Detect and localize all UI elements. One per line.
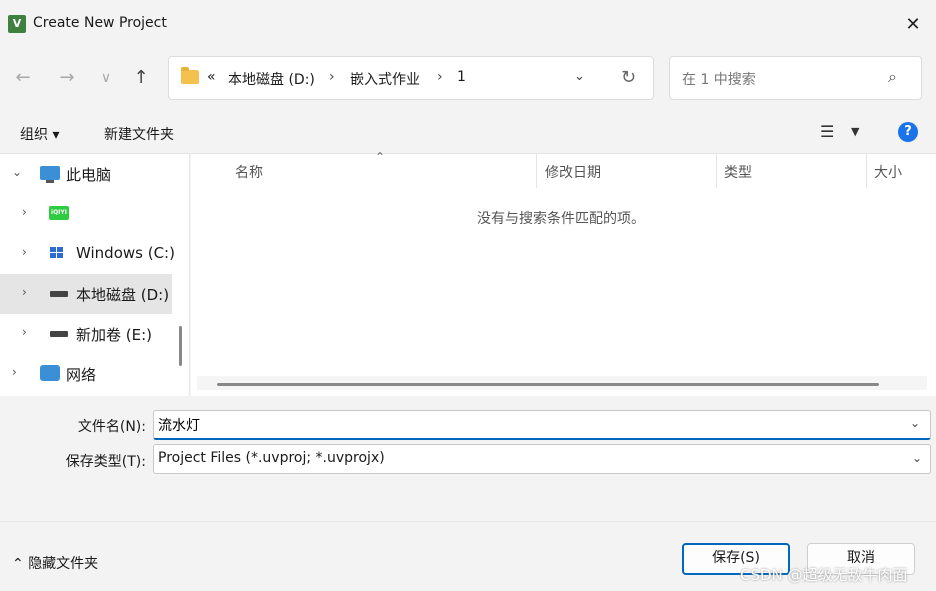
empty-message: 没有与搜索条件匹配的项。 [477,211,645,227]
sidebar-item-network[interactable]: › 网络 [0,354,172,394]
breadcrumb-drive[interactable]: 本地磁盘 (D:) [228,69,315,89]
drive-icon [50,331,68,337]
caret-down-icon[interactable]: ▼ [851,125,859,138]
column-header-name[interactable]: 名称 [235,162,263,182]
sidebar-item-label: 网络 [66,366,97,384]
save-form: 文件名(N): ⌄ 保存类型(T): Project Files (*.uvpr… [0,396,936,521]
refresh-icon[interactable]: ↻ [621,67,636,88]
column-divider[interactable] [866,154,867,188]
view-options-icon[interactable]: ☰ [820,122,834,141]
sidebar-scrollbar[interactable] [179,326,182,366]
navigation-pane[interactable]: ⌄ 此电脑 › iQIYI › Windows (C:) › 本地磁盘 (D:)… [0,154,190,396]
folder-icon [181,67,199,84]
breadcrumb-folder[interactable]: 嵌入式作业 [350,69,420,89]
sort-ascending-icon: ⌃ [375,150,386,164]
filename-label: 文件名(N): [77,419,146,435]
filename-input[interactable] [153,410,931,440]
back-icon[interactable]: ← [9,64,37,92]
caret-up-icon: ⌃ [12,556,29,572]
network-icon [40,365,60,381]
breadcrumb-overflow[interactable]: « [207,69,216,85]
sidebar-item-this-pc[interactable]: ⌄ 此电脑 [0,154,172,194]
up-icon[interactable]: ↑ [127,64,155,92]
new-folder-button[interactable]: 新建文件夹 [104,124,174,144]
close-button[interactable]: ✕ [896,12,930,38]
chevron-right-icon[interactable]: › [329,69,335,85]
filetype-label: 保存类型(T): [65,454,146,470]
search-input[interactable]: 在 1 中搜索 ⌕ [669,56,922,100]
iqiyi-icon: iQIYI [49,206,69,220]
sidebar-item-label: Windows (C:) [76,244,175,262]
organize-button[interactable]: 组织 ▾ [20,124,59,144]
chevron-right-icon[interactable]: › [22,285,27,299]
chevron-right-icon[interactable]: › [22,205,27,219]
filetype-value: Project Files (*.uvproj; *.uvprojx) [158,450,385,466]
file-list[interactable]: ⌃ 名称 修改日期 类型 大小 没有与搜索条件匹配的项。 [191,150,936,396]
filetype-select[interactable]: Project Files (*.uvproj; *.uvprojx) ⌄ [153,444,931,474]
column-divider[interactable] [716,154,717,188]
hide-folders-toggle[interactable]: ⌃ 隐藏文件夹 [12,553,98,573]
sidebar-item-iqiyi[interactable]: › iQIYI [0,194,172,234]
sidebar-item-windows-c[interactable]: › Windows (C:) [0,234,175,274]
command-bar: 组织 ▾ 新建文件夹 ☰ ▼ ? [0,114,936,154]
sidebar-item-local-disk-d[interactable]: › 本地磁盘 (D:) [0,274,172,314]
column-divider[interactable] [536,154,537,188]
hide-folders-label: 隐藏文件夹 [28,556,99,572]
sidebar-item-new-volume-e[interactable]: › 新加卷 (E:) [0,314,172,354]
column-header-size[interactable]: 大小 [874,162,902,182]
search-placeholder: 在 1 中搜索 [682,72,756,88]
sidebar-item-label: 本地磁盘 (D:) [76,286,170,304]
breadcrumb-current[interactable]: 1 [457,69,466,85]
chevron-right-icon[interactable]: › [437,69,443,85]
chevron-down-icon[interactable]: ⌄ [574,69,585,84]
chevron-right-icon[interactable]: › [12,365,17,379]
chevron-down-icon[interactable]: ⌄ [12,165,22,179]
app-icon: V [8,15,26,33]
chevron-right-icon[interactable]: › [22,325,27,339]
title-bar: V Create New Project ✕ [0,0,936,50]
column-header-type[interactable]: 类型 [724,162,752,182]
column-header-date-modified[interactable]: 修改日期 [545,162,601,182]
drive-icon [50,291,68,297]
watermark: CSDN @超级无敌牛肉面 [740,566,908,584]
help-icon[interactable]: ? [898,122,918,142]
sidebar-item-label: 此电脑 [66,166,112,184]
windows-drive-icon [50,247,64,259]
computer-icon [40,166,60,183]
recent-locations-icon[interactable]: ∨ [92,64,120,92]
scrollbar-thumb[interactable] [217,383,879,386]
search-icon[interactable]: ⌕ [888,67,897,87]
address-bar[interactable]: « 本地磁盘 (D:) › 嵌入式作业 › 1 ⌄ ↻ [168,56,654,100]
chevron-right-icon[interactable]: › [22,245,27,259]
sidebar-item-label: 新加卷 (E:) [76,326,153,344]
window-title: Create New Project [33,15,167,31]
chevron-down-icon[interactable]: ⌄ [910,416,920,430]
forward-icon[interactable]: → [53,64,81,92]
chevron-down-icon[interactable]: ⌄ [912,451,922,465]
